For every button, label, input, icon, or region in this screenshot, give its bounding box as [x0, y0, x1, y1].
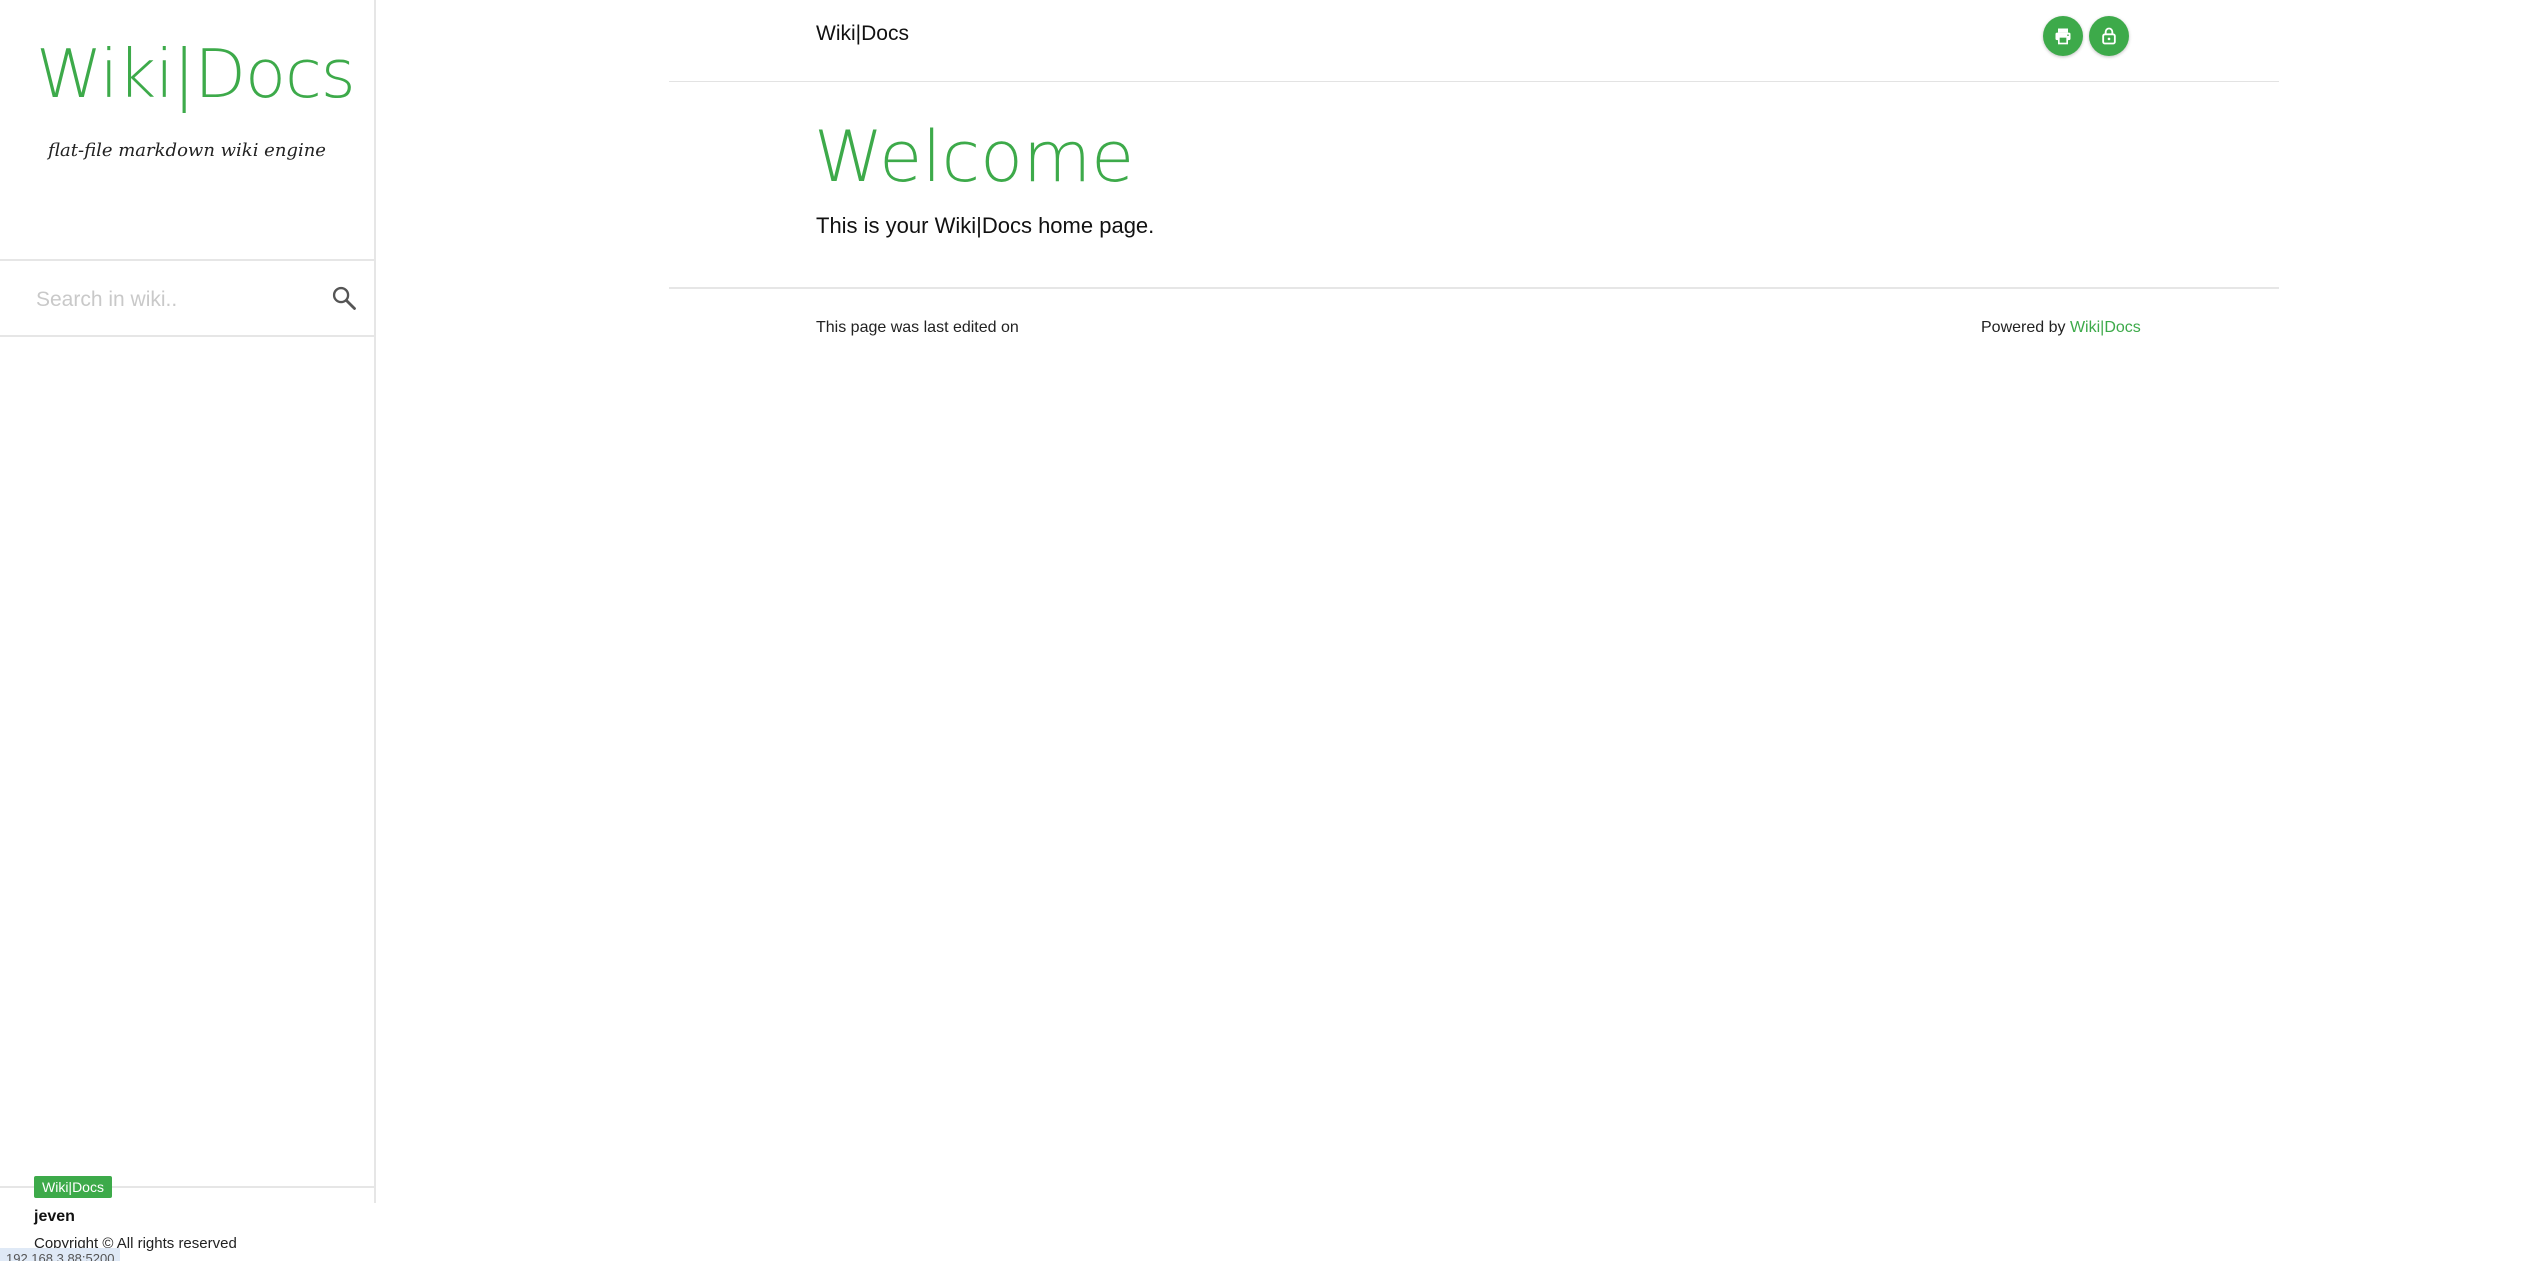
print-icon — [2055, 28, 2071, 45]
powered-by-label: Powered by — [1981, 319, 2066, 336]
brand-tagline: flat-file markdown wiki engine — [48, 140, 326, 161]
header-title[interactable]: Wiki|Docs — [816, 22, 909, 46]
brand-logo[interactable]: Wiki|Docs — [36, 34, 356, 114]
search-input[interactable] — [34, 279, 318, 321]
lock-button[interactable] — [2089, 16, 2129, 56]
lock-icon — [2102, 27, 2116, 45]
page-body-text: This is your Wiki|Docs home page. — [816, 213, 1155, 238]
powered-by-link[interactable]: Wiki|Docs — [2070, 319, 2141, 336]
search-box — [0, 259, 374, 337]
header-divider — [669, 81, 2279, 82]
footer-username: jeven — [34, 1208, 75, 1225]
search-icon[interactable] — [330, 284, 358, 312]
status-url: 192.168.3.88:5200 — [0, 1248, 121, 1261]
powered-by: Powered by Wiki|Docs — [1981, 319, 2141, 337]
content-divider — [669, 287, 2279, 289]
footer-badge[interactable]: Wiki|Docs — [34, 1176, 112, 1198]
last-edited-text: This page was last edited on — [816, 319, 1019, 336]
sidebar: Wiki|Docs flat-file markdown wiki engine — [0, 0, 376, 1203]
print-button[interactable] — [2043, 16, 2083, 56]
page-title: Welcome — [814, 116, 1135, 198]
